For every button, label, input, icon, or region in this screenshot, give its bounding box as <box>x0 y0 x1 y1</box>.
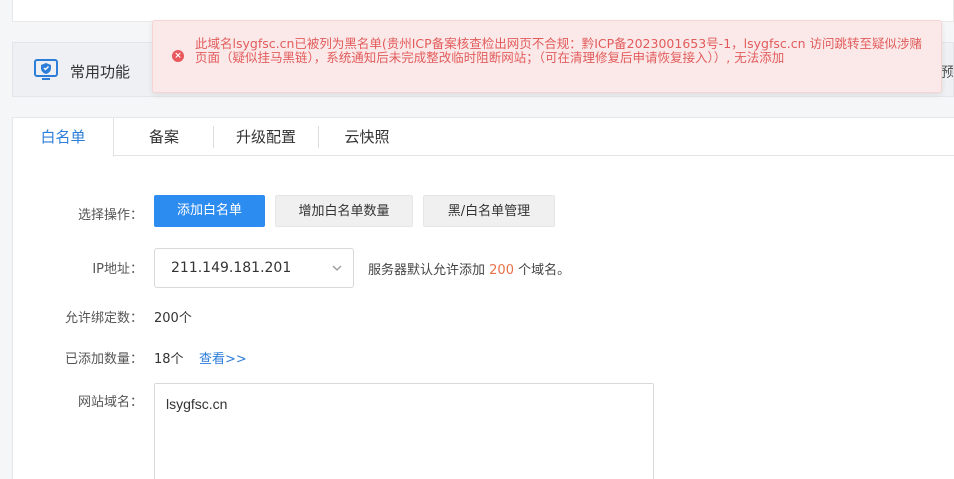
tab-upgrade[interactable]: 升级配置 <box>214 118 318 156</box>
hint-prefix: 服务器默认允许添加 <box>368 263 486 278</box>
tab-snapshot[interactable]: 云快照 <box>319 118 415 156</box>
hint-suffix: 个域名。 <box>518 263 571 278</box>
operation-label: 选择操作： <box>77 208 143 223</box>
added-value: 18个 <box>154 352 184 367</box>
tab-whitelist[interactable]: 白名单 <box>13 118 114 157</box>
allowed-value: 200个 <box>154 311 192 326</box>
main-panel: 白名单 备案 升级配置 云快照 选择操作： 添加白名单 增加白名单数量 黑/白名… <box>12 117 954 479</box>
error-alert: × 此域名lsygfsc.cn已被列为黑名单(贵州ICP备案核查检出网页不合规：… <box>152 20 942 93</box>
ip-label: IP地址： <box>92 262 143 277</box>
shield-monitor-icon <box>34 59 58 80</box>
added-label: 已添加数量： <box>64 352 143 367</box>
chevron-down-icon <box>332 265 342 271</box>
top-strip <box>12 0 954 22</box>
ip-select[interactable]: 211.149.181.201 <box>154 248 354 288</box>
feature-cut-text: 预 <box>941 65 953 81</box>
add-whitelist-button[interactable]: 添加白名单 <box>154 195 265 227</box>
domain-textarea[interactable]: lsygfsc.cn <box>154 383 654 479</box>
ip-hint: 服务器默认允许添加 200 个域名。 <box>368 259 570 278</box>
close-circle-icon: × <box>172 50 184 62</box>
hint-number: 200 <box>489 263 514 278</box>
view-link[interactable]: 查看>> <box>199 348 247 367</box>
allowed-label: 允许绑定数： <box>64 311 143 326</box>
manage-lists-button[interactable]: 黑/白名单管理 <box>423 195 555 227</box>
feature-title: 常用功能 <box>70 63 131 81</box>
domain-label: 网站域名： <box>77 395 143 410</box>
alert-message: 此域名lsygfsc.cn已被列为黑名单(贵州ICP备案核查检出网页不合规：黔I… <box>195 36 922 65</box>
tab-record[interactable]: 备案 <box>114 118 214 156</box>
ip-select-value: 211.149.181.201 <box>171 260 292 276</box>
increase-quota-button[interactable]: 增加白名单数量 <box>275 195 413 227</box>
tab-bar: 白名单 备案 升级配置 云快照 <box>13 118 954 157</box>
